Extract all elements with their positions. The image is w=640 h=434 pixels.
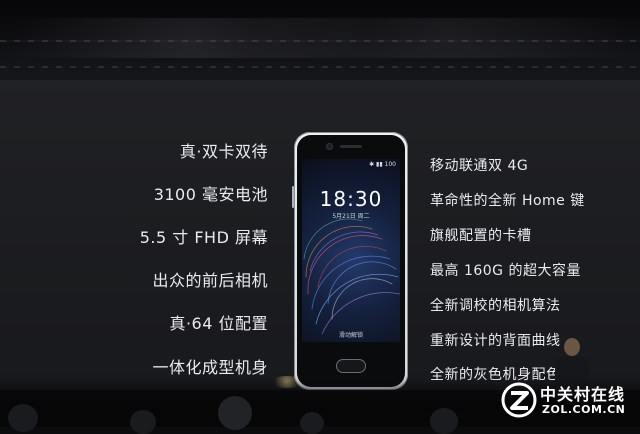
truss-beam — [0, 66, 640, 68]
feature-text: 真·64 位配置 — [169, 314, 268, 333]
front-camera-icon — [327, 144, 332, 149]
feature-text: 重新设计的背面曲线 — [430, 333, 561, 349]
lock-date: 5月21日 周二 — [332, 213, 370, 220]
feature-text: 革命性的全新 Home 键 — [430, 193, 585, 209]
feature-text: 移动联通双 4G — [430, 158, 529, 174]
unlock-hint: 滑动解锁 — [338, 332, 363, 339]
feature-text: 全新调校的相机算法 — [430, 298, 561, 314]
feature-text: 旗舰配置的卡槽 — [430, 228, 532, 244]
feature-text: 5.5 寸 FHD 屏幕 — [139, 228, 268, 247]
audience-head — [8, 404, 38, 432]
stage-lights — [0, 18, 640, 58]
lock-screen: ✱ ▮▮ 100 18:30 5月21日 周二 滑动解锁 — [302, 159, 400, 342]
phone-front: ✱ ▮▮ 100 18:30 5月21日 周二 滑动解锁 — [297, 135, 405, 387]
feature-text: 一体化成型机身 — [152, 358, 268, 377]
feature-text: 出众的前后相机 — [152, 271, 268, 290]
zol-watermark: 中关村在线 ZOL.COM.CN — [500, 376, 638, 424]
phone-image: ✱ ▮▮ 100 18:30 5月21日 周二 滑动解锁 — [292, 132, 408, 390]
feature-text: 3100 毫安电池 — [153, 185, 268, 204]
zol-logo-icon — [501, 382, 537, 418]
presenter-head — [564, 338, 580, 356]
lock-clock: 18:30 — [319, 187, 383, 211]
audience-head — [300, 412, 324, 434]
ceiling-truss — [0, 0, 640, 88]
home-button — [337, 360, 365, 372]
earpiece-icon — [340, 145, 362, 148]
feature-text: 最高 160G 的超大容量 — [430, 263, 581, 279]
watermark-url: ZOL.COM.CN — [542, 403, 626, 416]
watermark-name: 中关村在线 — [540, 385, 626, 404]
status-bar: ✱ ▮▮ 100 — [369, 161, 396, 168]
side-button — [292, 186, 294, 208]
feature-text: 真·双卡双待 — [179, 142, 268, 161]
audience-head — [130, 410, 156, 434]
audience-head — [430, 408, 458, 434]
camera-operator — [218, 396, 252, 430]
